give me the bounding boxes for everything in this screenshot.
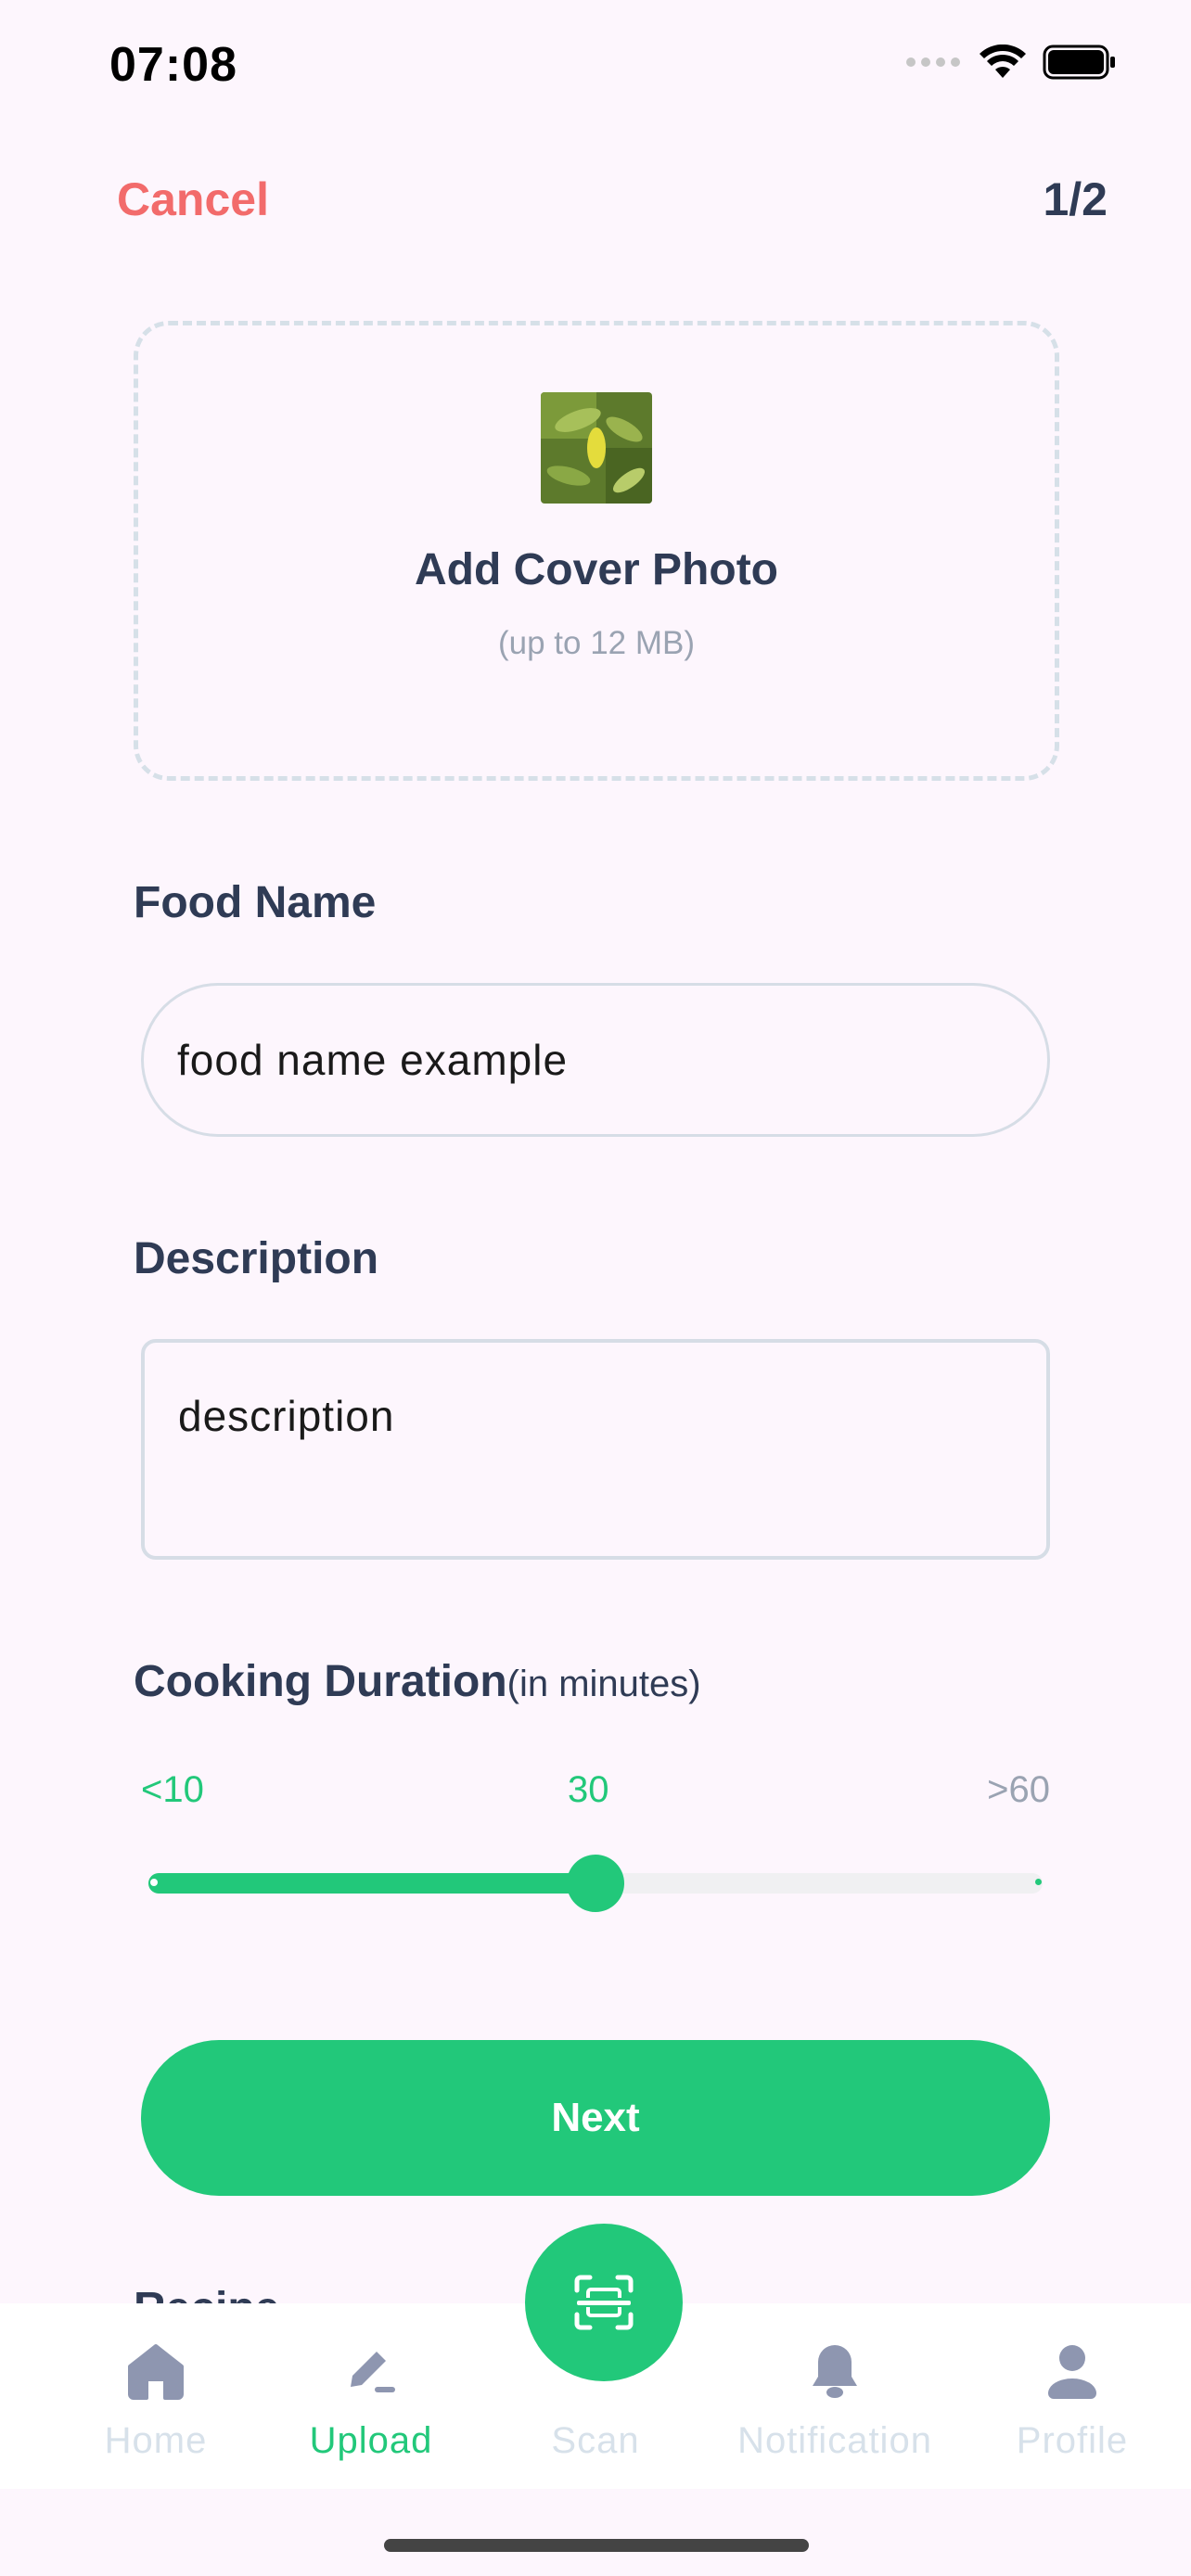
home-icon bbox=[128, 2344, 184, 2400]
tab-profile-label: Profile bbox=[1016, 2420, 1129, 2461]
cooking-duration-title: Cooking Duration bbox=[134, 1657, 507, 1706]
battery-icon bbox=[1043, 45, 1115, 80]
cooking-duration-label: Cooking Duration(in minutes) bbox=[134, 1656, 701, 1707]
cooking-duration-unit: (in minutes) bbox=[506, 1664, 701, 1704]
food-name-label: Food Name bbox=[134, 878, 377, 927]
slider-start-dot bbox=[150, 1879, 158, 1886]
cover-photo-thumbnail bbox=[541, 392, 652, 504]
food-name-input[interactable]: food name example bbox=[141, 983, 1050, 1137]
cover-photo-size-hint: (up to 12 MB) bbox=[497, 625, 696, 661]
tab-upload-label: Upload bbox=[309, 2420, 433, 2461]
slider-max-label: >60 bbox=[987, 1769, 1050, 1810]
description-label: Description bbox=[134, 1234, 379, 1283]
user-icon bbox=[1048, 2345, 1096, 2399]
tab-notification-label: Notification bbox=[737, 2420, 932, 2461]
tab-profile[interactable]: Profile bbox=[980, 2303, 1165, 2489]
tab-home[interactable]: Home bbox=[63, 2303, 249, 2489]
wifi-icon bbox=[980, 45, 1026, 78]
home-indicator bbox=[384, 2539, 809, 2552]
status-icons bbox=[905, 45, 1117, 80]
slider-value-label: 30 bbox=[568, 1769, 609, 1810]
duration-slider-thumb[interactable] bbox=[567, 1855, 624, 1912]
leaf-photo-icon bbox=[541, 392, 652, 504]
next-button[interactable]: Next bbox=[141, 2040, 1050, 2196]
description-textarea[interactable]: description bbox=[141, 1339, 1050, 1560]
tab-scan-label: Scan bbox=[551, 2420, 640, 2461]
slider-end-dot bbox=[1035, 1879, 1042, 1885]
duration-slider-fill bbox=[148, 1873, 596, 1894]
edit-icon bbox=[351, 2352, 395, 2392]
cover-photo-title: Add Cover Photo bbox=[415, 545, 778, 594]
signal-icon bbox=[906, 57, 960, 67]
bell-icon bbox=[813, 2345, 857, 2398]
status-time: 07:08 bbox=[109, 38, 237, 92]
tab-upload[interactable]: Upload bbox=[278, 2303, 464, 2489]
slider-min-label: <10 bbox=[141, 1769, 204, 1810]
step-indicator: 1/2 bbox=[1043, 173, 1108, 225]
tab-home-label: Home bbox=[104, 2420, 208, 2461]
cover-photo-dropzone[interactable]: Add Cover Photo (up to 12 MB) bbox=[134, 321, 1059, 781]
cancel-button[interactable]: Cancel bbox=[117, 172, 269, 226]
tab-notification[interactable]: Notification bbox=[711, 2303, 959, 2489]
tab-scan[interactable]: Scan bbox=[503, 2303, 688, 2489]
